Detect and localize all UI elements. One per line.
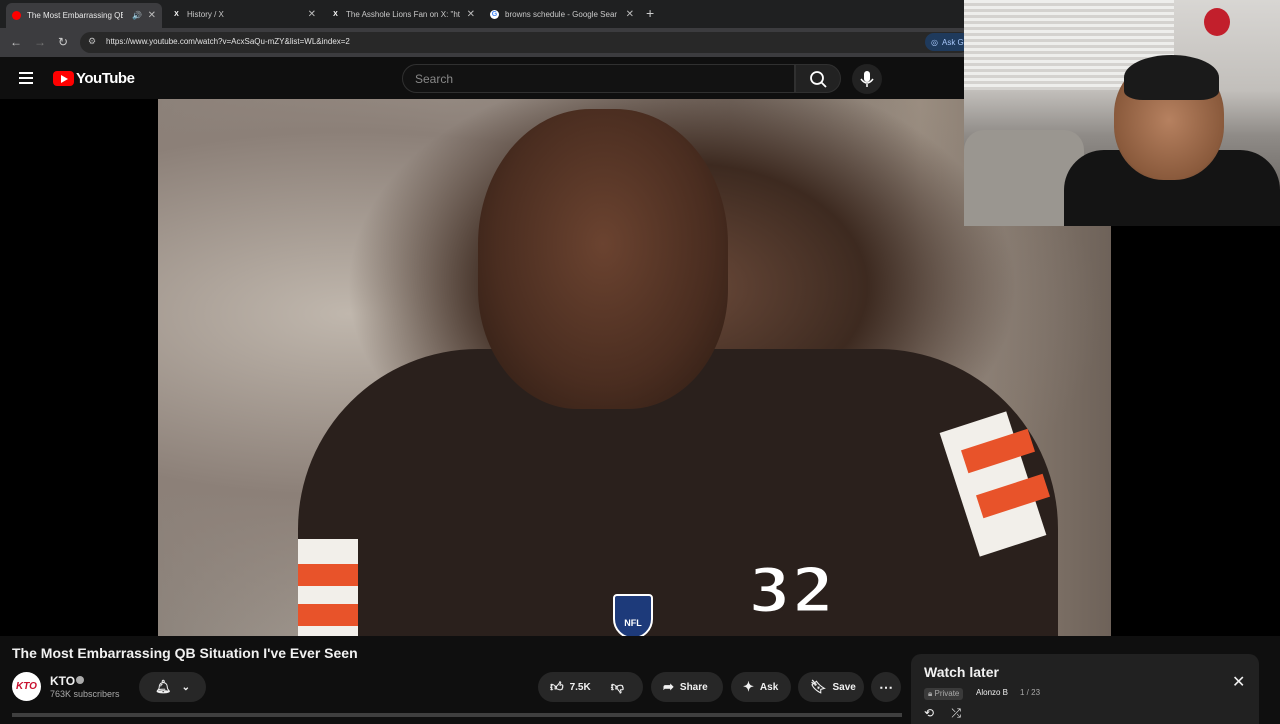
close-tab-icon[interactable]: ✕ — [148, 10, 156, 21]
speaker-icon[interactable]: 🔊 — [132, 11, 142, 20]
tab-google-search[interactable]: G browns schedule - Google Sear ✕ — [484, 3, 640, 25]
tab-title: browns schedule - Google Sear — [505, 9, 617, 19]
chevron-down-icon: ⌄ — [181, 681, 190, 693]
bookmark-icon: 🔖︎ — [810, 679, 827, 694]
url-text: https://www.youtube.com/watch?v=AcxSaQu-… — [106, 37, 350, 46]
share-arrow-icon: ➦ — [663, 679, 674, 694]
x-favicon-icon: X — [333, 10, 338, 18]
back-arrow-icon[interactable]: ← — [10, 35, 22, 49]
close-tab-icon[interactable]: ✕ — [467, 9, 475, 20]
red-hat-shape — [1204, 8, 1230, 36]
microphone-icon — [860, 71, 874, 87]
shuffle-icon[interactable]: ⤮ — [951, 706, 961, 720]
webcam-overlay — [964, 0, 1280, 226]
streamer-hair — [1124, 55, 1219, 100]
gemini-icon: ◎ — [931, 37, 938, 47]
like-dislike-group: 👍︎ 7.5K 👎︎ — [538, 672, 643, 702]
player-head-shape — [478, 109, 728, 409]
search-button[interactable] — [795, 64, 841, 93]
verified-badge-icon — [76, 676, 84, 684]
ask-label: Ask — [759, 681, 779, 693]
tab-title: The Most Embarrassing QB — [27, 11, 123, 20]
playlist-title[interactable]: Watch later — [924, 664, 999, 680]
youtube-logo-icon[interactable] — [53, 71, 74, 86]
tab-title: History / X — [187, 9, 224, 19]
url-field[interactable]: ⚙ https://www.youtube.com/watch?v=AcxSaQ… — [80, 32, 970, 53]
privacy-badge: 🔒︎ Private — [924, 688, 964, 700]
save-label: Save — [832, 681, 856, 693]
share-button[interactable]: ➦ Share — [651, 672, 723, 702]
nfl-shield-logo: NFL — [613, 594, 653, 636]
more-dots-icon: ⋯ — [879, 678, 893, 695]
jersey-number: 32 — [747, 553, 836, 629]
tab-lions-fan-x[interactable]: X The Asshole Lions Fan on X: "ht ✕ — [325, 3, 481, 25]
google-favicon-icon: G — [490, 9, 499, 19]
like-count[interactable]: 7.5K — [570, 682, 591, 693]
youtube-wordmark[interactable]: YouTube — [76, 70, 135, 87]
ask-button[interactable]: ✦ Ask — [731, 672, 791, 702]
close-tab-icon[interactable]: ✕ — [626, 9, 634, 20]
more-actions-button[interactable]: ⋯ — [871, 672, 901, 702]
reload-icon[interactable]: ↻ — [58, 35, 68, 49]
ask-label: Ask G — [941, 37, 964, 47]
tab-history-x[interactable]: X History / X ✕ — [166, 3, 322, 25]
save-button[interactable]: 🔖︎ Save — [798, 672, 864, 702]
channel-avatar[interactable]: KTO — [12, 672, 41, 701]
subscriber-count: 763K subscribers — [50, 689, 120, 699]
playlist-controls: ⟲ ⤮ — [924, 706, 961, 721]
playlist-panel: Watch later 🔒︎ Private Alonzo B 1 / 23 ✕… — [911, 654, 1259, 724]
new-tab-button[interactable]: + — [646, 5, 654, 21]
like-thumb-icon[interactable]: 👍︎ — [550, 679, 564, 695]
close-icon[interactable]: ✕ — [1232, 672, 1245, 692]
site-info-icon[interactable]: ⚙ — [88, 36, 96, 47]
search-box — [402, 64, 795, 93]
voice-search-button[interactable] — [852, 64, 882, 94]
channel-name[interactable]: KTO — [50, 674, 75, 688]
sparkle-icon: ✦ — [743, 679, 754, 694]
x-favicon-icon: X — [174, 10, 179, 18]
loop-icon[interactable]: ⟲ — [924, 706, 934, 720]
tab-youtube-video[interactable]: The Most Embarrassing QB 🔊 ✕ — [6, 3, 162, 28]
notification-bell-button[interactable]: 🔔︎ ⌄ — [139, 672, 206, 702]
close-tab-icon[interactable]: ✕ — [308, 9, 316, 20]
bell-icon: 🔔︎ — [155, 679, 172, 694]
playlist-owner[interactable]: Alonzo B — [976, 688, 1008, 697]
sleeve-stripe — [298, 604, 358, 626]
playlist-position: 1 / 23 — [1020, 688, 1041, 697]
menu-hamburger-icon[interactable] — [19, 72, 33, 87]
search-input[interactable] — [415, 65, 775, 92]
sleeve-stripe — [298, 564, 358, 586]
youtube-favicon-icon — [12, 11, 21, 20]
video-title: The Most Embarrassing QB Situation I've … — [12, 645, 358, 661]
tab-title: The Asshole Lions Fan on X: "ht — [346, 9, 461, 19]
privacy-label: Private — [934, 689, 960, 698]
dislike-thumb-icon[interactable]: 👎︎ — [611, 679, 624, 695]
search-icon — [810, 71, 827, 88]
scroll-divider — [12, 713, 902, 717]
share-label: Share — [679, 681, 708, 693]
forward-arrow-icon[interactable]: → — [34, 35, 46, 49]
